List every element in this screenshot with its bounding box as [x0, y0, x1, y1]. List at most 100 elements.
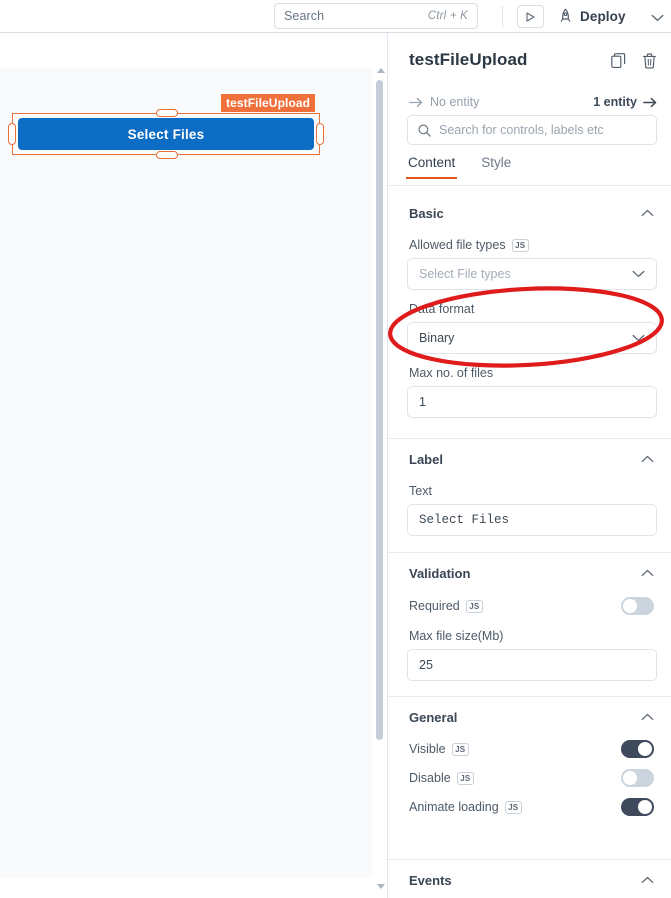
global-search-shortcut: Ctrl + K: [427, 10, 468, 22]
required-toggle[interactable]: [621, 597, 654, 615]
visible-toggle[interactable]: [621, 740, 654, 758]
scroll-down-arrow-icon[interactable]: [377, 884, 385, 889]
section-basic-title: Basic: [409, 205, 444, 221]
section-label-header[interactable]: Label: [388, 446, 671, 472]
data-format-select[interactable]: Binary: [407, 322, 657, 354]
chevron-up-icon: [641, 564, 654, 582]
label-text-input[interactable]: Select Files: [407, 504, 657, 536]
tabs-underline-rule: [388, 185, 671, 186]
visible-row: Visible JS: [388, 736, 671, 762]
arrow-right-icon: [409, 97, 423, 107]
section-label: Label Text Select Files: [388, 446, 671, 536]
section-general: General Visible JS Disable JS Animate lo…: [388, 704, 671, 820]
scroll-up-arrow-icon[interactable]: [377, 68, 385, 73]
js-badge[interactable]: JS: [456, 771, 474, 785]
tab-style[interactable]: Style: [481, 155, 511, 179]
allowed-file-types-label: Allowed file types JS: [388, 235, 671, 255]
chevron-down-icon: [632, 265, 645, 283]
canvas-top-strip: [0, 33, 372, 68]
resize-handle-left[interactable]: [8, 123, 16, 145]
chevron-up-icon: [641, 708, 654, 726]
deploy-label: Deploy: [580, 9, 626, 24]
toggle-knob: [638, 742, 652, 756]
deploy-button[interactable]: Deploy: [558, 5, 626, 28]
entity-outgoing[interactable]: 1 entity: [593, 95, 657, 109]
allowed-file-types-label-text: Allowed file types: [409, 238, 506, 252]
section-validation-header[interactable]: Validation: [388, 560, 671, 586]
section-basic-header[interactable]: Basic: [388, 200, 671, 226]
property-search-input[interactable]: Search for controls, labels etc: [407, 115, 657, 145]
max-no-of-files-value: 1: [419, 395, 426, 409]
toggle-knob: [623, 771, 637, 785]
rocket-icon: [560, 8, 571, 22]
disable-row: Disable JS: [388, 765, 671, 791]
animate-loading-toggle[interactable]: [621, 798, 654, 816]
data-format-label: Data format: [388, 299, 671, 319]
animate-loading-label: Animate loading JS: [409, 800, 522, 814]
max-no-of-files-label: Max no. of files: [388, 363, 671, 383]
section-general-title: General: [409, 709, 458, 725]
js-badge[interactable]: JS: [504, 800, 522, 814]
js-badge[interactable]: JS: [451, 742, 469, 756]
js-badge[interactable]: JS: [465, 599, 483, 613]
section-basic: Basic Allowed file types JS Select File …: [388, 200, 671, 418]
disable-label-text: Disable: [409, 771, 451, 785]
preview-play-button[interactable]: [517, 5, 544, 28]
play-icon: [526, 11, 535, 22]
deploy-options-button[interactable]: [651, 9, 664, 27]
toggle-knob: [638, 800, 652, 814]
copy-icon: [611, 53, 626, 68]
entity-outgoing-label: 1 entity: [593, 95, 637, 109]
max-file-size-value: 25: [419, 658, 433, 672]
max-file-size-input[interactable]: 25: [407, 649, 657, 681]
label-text-label-text: Text: [409, 484, 432, 498]
data-format-value: Binary: [419, 331, 455, 345]
section-label-title: Label: [409, 451, 443, 467]
max-file-size-label-text: Max file size(Mb): [409, 629, 504, 643]
canvas-bottom-strip: [0, 878, 372, 898]
section-events-header[interactable]: Events: [388, 867, 671, 893]
resize-handle-bottom[interactable]: [156, 151, 178, 159]
resize-handle-top[interactable]: [156, 109, 178, 117]
entity-incoming[interactable]: No entity: [409, 95, 479, 109]
global-search-input[interactable]: Search Ctrl + K: [274, 3, 478, 29]
required-label: Required JS: [409, 599, 483, 613]
resize-handle-right[interactable]: [316, 123, 324, 145]
toggle-knob: [623, 599, 637, 613]
copy-button[interactable]: [611, 53, 626, 74]
app-root: Search Ctrl + K Deploy testFileUpload Se…: [0, 0, 671, 898]
section-divider: [388, 552, 671, 553]
tab-content[interactable]: Content: [405, 155, 458, 179]
section-divider: [388, 696, 671, 697]
panel-scrollbar-thumb[interactable]: [376, 80, 383, 740]
section-validation-title: Validation: [409, 565, 471, 581]
toolbar-divider: [502, 6, 503, 27]
delete-button[interactable]: [642, 53, 657, 74]
section-validation: Validation Required JS Max file size(Mb): [388, 560, 671, 681]
disable-label: Disable JS: [409, 771, 474, 785]
global-search-placeholder: Search: [284, 9, 325, 23]
property-search-placeholder: Search for controls, labels etc: [439, 123, 604, 137]
file-upload-widget[interactable]: Select Files: [18, 118, 314, 150]
panel-tabs: Content Style: [405, 155, 658, 185]
chevron-down-icon: [632, 329, 645, 347]
widget-name-badge: testFileUpload: [221, 94, 316, 112]
js-badge[interactable]: JS: [511, 238, 529, 252]
search-icon: [418, 123, 431, 137]
section-events: Events onFilesSelected JS +: [388, 867, 671, 898]
panel-header-actions: [611, 53, 657, 74]
arrow-right-icon: [643, 97, 657, 107]
label-text-label: Text: [388, 481, 671, 501]
disable-toggle[interactable]: [621, 769, 654, 787]
animate-loading-label-text: Animate loading: [409, 800, 499, 814]
visible-label: Visible JS: [409, 742, 469, 756]
file-upload-widget-label: Select Files: [127, 126, 205, 142]
max-no-of-files-input[interactable]: 1: [407, 386, 657, 418]
allowed-file-types-value: Select File types: [419, 267, 511, 281]
section-general-header[interactable]: General: [388, 704, 671, 730]
section-divider: [388, 438, 671, 439]
required-row: Required JS: [388, 593, 671, 619]
chevron-up-icon: [641, 450, 654, 468]
allowed-file-types-select[interactable]: Select File types: [407, 258, 657, 290]
app-canvas[interactable]: [0, 68, 372, 878]
